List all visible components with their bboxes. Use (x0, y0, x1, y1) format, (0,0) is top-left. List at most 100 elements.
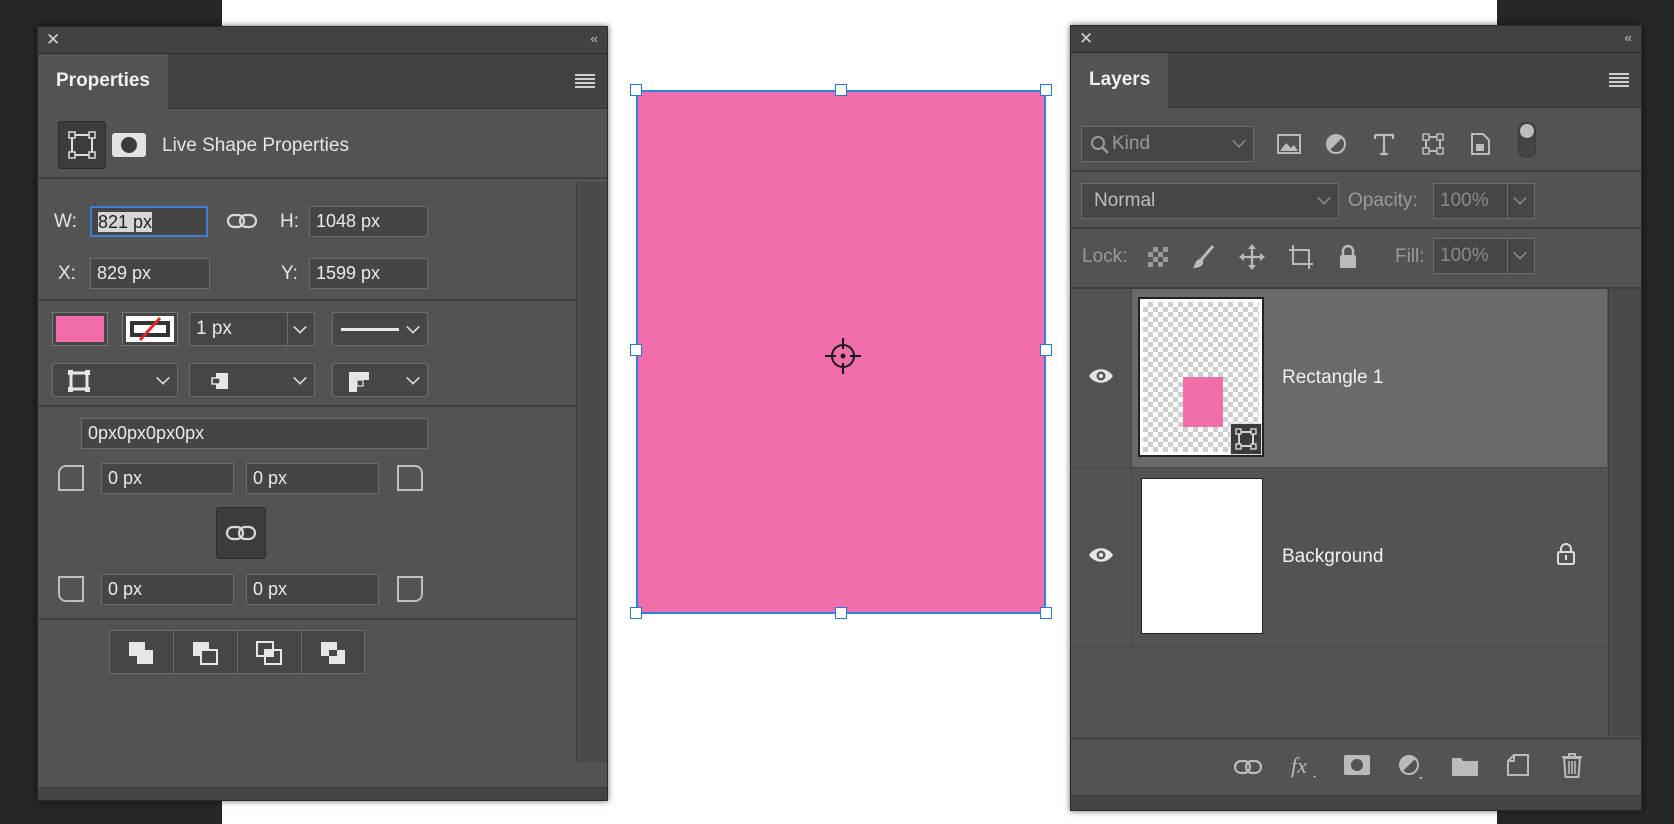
corner-bottom-right-icon (397, 576, 423, 602)
transform-handle-bottom-left[interactable] (630, 607, 642, 619)
corner-radii-field[interactable]: 0px0px0px0px (81, 418, 428, 449)
live-shape-icon[interactable] (58, 121, 106, 169)
divider (38, 299, 576, 301)
fx-layer-style-icon[interactable]: fx (1289, 751, 1319, 781)
transform-handle-top-center[interactable] (835, 84, 847, 96)
divider (38, 405, 576, 407)
chevron-down-icon (156, 371, 170, 385)
layer-thumbnail (1141, 478, 1263, 634)
layer-lock-icon[interactable] (1556, 542, 1576, 566)
tab-layers[interactable]: Layers (1071, 53, 1169, 108)
link-layers-icon[interactable] (1233, 757, 1263, 777)
filter-kind-value: Kind (1112, 133, 1151, 154)
combine-shapes-button[interactable] (109, 630, 173, 674)
x-position-field[interactable]: 829 px (90, 258, 210, 289)
resize-grip[interactable] (38, 787, 607, 800)
filter-pixel-icon[interactable] (1277, 134, 1301, 154)
exclude-overlap-button[interactable] (301, 630, 365, 674)
solid-line-icon (341, 328, 399, 331)
opacity-field[interactable]: 100% (1433, 183, 1535, 219)
eye-icon[interactable] (1087, 546, 1115, 564)
layers-scrollbar[interactable] (1608, 289, 1641, 736)
lock-all-icon[interactable] (1337, 244, 1359, 270)
new-group-folder-icon[interactable] (1451, 755, 1479, 777)
fill-swatch[interactable] (52, 312, 108, 346)
combine-shapes-icon (129, 642, 153, 664)
filter-kind-dropdown[interactable]: Kind (1081, 126, 1254, 162)
corner-top-right-field[interactable]: 0 px (246, 463, 379, 494)
stroke-caps-dropdown[interactable] (189, 363, 315, 397)
collapse-icon[interactable]: ‹‹ (590, 31, 598, 46)
intersect-shapes-button[interactable] (237, 630, 301, 674)
new-layer-icon[interactable] (1506, 753, 1530, 777)
opacity-value: 100% (1440, 190, 1489, 211)
layer-row-background[interactable]: Background (1071, 467, 1607, 647)
subtract-shapes-button[interactable] (173, 630, 237, 674)
mask-icon[interactable] (112, 133, 146, 157)
scrollbar[interactable] (576, 182, 607, 762)
divider (38, 618, 576, 620)
link-dimensions-icon[interactable] (226, 209, 258, 233)
search-icon (1091, 136, 1109, 154)
corner-bottom-right-field[interactable]: 0 px (246, 574, 379, 605)
corner-bottom-left-field[interactable]: 0 px (101, 574, 234, 605)
delete-layer-trash-icon[interactable] (1560, 751, 1584, 779)
close-icon[interactable]: ✕ (1079, 29, 1093, 49)
filter-adjustment-icon[interactable] (1325, 133, 1347, 155)
transform-handle-middle-right[interactable] (1040, 344, 1052, 356)
transform-handle-top-right[interactable] (1040, 84, 1052, 96)
stroke-align-dropdown[interactable] (52, 363, 178, 397)
intersect-shapes-icon (256, 641, 282, 665)
lock-artboard-icon[interactable] (1287, 243, 1315, 271)
link-corners-button[interactable] (216, 507, 266, 559)
close-icon[interactable]: ✕ (46, 30, 60, 50)
lock-label: Lock: (1082, 246, 1128, 267)
lock-image-pixels-icon[interactable] (1191, 244, 1217, 270)
height-field[interactable]: 1048 px (309, 206, 428, 237)
new-adjustment-layer-icon[interactable] (1397, 753, 1425, 781)
transform-handle-top-left[interactable] (630, 84, 642, 96)
filter-smart-object-icon[interactable] (1469, 132, 1491, 156)
stroke-type-dropdown[interactable] (332, 312, 428, 346)
svg-text:fx: fx (1291, 753, 1307, 778)
stroke-swatch[interactable] (122, 312, 178, 346)
stroke-corners-dropdown[interactable] (332, 363, 428, 397)
thumbnail-shape (1183, 377, 1223, 427)
tab-properties[interactable]: Properties (38, 54, 168, 109)
stroke-width-dropdown[interactable]: 1 px (189, 312, 315, 346)
filter-type-icon[interactable] (1373, 132, 1395, 156)
filter-shape-icon[interactable] (1421, 132, 1445, 156)
subtract-shapes-icon (193, 642, 218, 665)
add-mask-icon[interactable] (1343, 754, 1371, 776)
corner-top-left-field[interactable]: 0 px (101, 463, 234, 494)
collapse-icon[interactable]: ‹‹ (1624, 30, 1632, 45)
width-field[interactable]: 821 px (90, 206, 208, 237)
lock-position-icon[interactable] (1238, 243, 1266, 271)
transform-handle-middle-left[interactable] (630, 344, 642, 356)
chevron-down-icon (293, 320, 307, 334)
properties-tabbar: Properties (38, 54, 607, 109)
layer-thumbnail (1138, 297, 1264, 457)
layers-titlebar: ✕ ‹‹ (1071, 26, 1641, 53)
resize-grip[interactable] (1071, 795, 1641, 810)
fill-label: Fill: (1395, 246, 1425, 267)
y-position-field[interactable]: 1599 px (309, 258, 428, 289)
lock-transparent-pixels-icon[interactable] (1147, 246, 1169, 268)
chevron-down-icon (1232, 134, 1246, 148)
corner-top-left-icon (58, 465, 84, 491)
divider (1071, 170, 1641, 172)
blend-mode-dropdown[interactable]: Normal (1081, 183, 1339, 219)
divider (1071, 227, 1641, 229)
chevron-down-icon (1317, 191, 1331, 205)
transform-handle-bottom-center[interactable] (835, 607, 847, 619)
filter-toggle[interactable] (1518, 122, 1536, 158)
eye-icon[interactable] (1087, 367, 1115, 385)
layer-row-rectangle-1[interactable]: Rectangle 1 (1071, 289, 1607, 467)
fill-field[interactable]: 100% (1433, 238, 1535, 274)
corner-bottom-left-icon (58, 576, 84, 602)
chevron-down-icon (1513, 191, 1527, 205)
panel-menu-icon[interactable] (575, 74, 595, 88)
transform-handle-bottom-right[interactable] (1040, 607, 1052, 619)
panel-menu-icon[interactable] (1609, 73, 1629, 87)
reference-point-crosshair-icon[interactable] (823, 336, 863, 376)
